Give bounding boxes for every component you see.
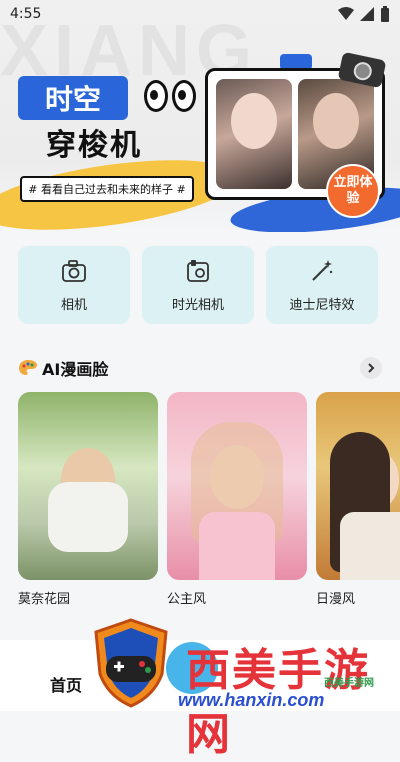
eyes-icon — [144, 80, 196, 112]
card-figure-body — [340, 512, 400, 580]
card-label: 莫奈花园 — [18, 592, 71, 607]
feature-disney-effect-label: 迪士尼特效 — [289, 297, 355, 313]
style-card-monet-garden[interactable]: 莫奈花园 — [18, 392, 158, 612]
gamepad-shield-logo — [94, 618, 168, 708]
feature-camera-label: 相机 — [60, 297, 87, 313]
feature-grid: 相机 时光相机 迪士尼特效 — [18, 246, 382, 324]
watermark-small-text: 西美手游网 — [324, 678, 374, 689]
card-figure-body — [48, 482, 128, 552]
battery-icon — [381, 6, 389, 22]
section-title-text: AI漫画脸 — [42, 360, 109, 379]
feature-time-camera-label: 时光相机 — [171, 297, 224, 313]
banner-title: 时空 — [18, 76, 128, 120]
watermark-url: www.hanxin.com — [178, 690, 325, 710]
feature-camera[interactable]: 相机 — [18, 246, 130, 324]
feature-disney-effect[interactable]: 迪士尼特效 — [266, 246, 378, 324]
hero-banner[interactable]: XIANG 时空 穿梭机 # 看看自己过去和未来的样子 # 立即体验 — [0, 0, 400, 232]
chevron-right-icon — [368, 363, 375, 373]
princess-image — [167, 392, 307, 580]
wifi-icon — [338, 7, 354, 20]
style-card-princess[interactable]: 公主风 — [167, 392, 307, 612]
anime-image — [316, 392, 400, 580]
status-bar: 4:55 — [0, 0, 400, 28]
banner-tagline: # 看看自己过去和未来的样子 # — [20, 176, 194, 202]
site-watermark: 西美手游网 西美手游网 www.hanxin.com — [166, 634, 400, 760]
status-time: 4:55 — [10, 6, 42, 22]
monet-garden-image — [18, 392, 158, 580]
tab-home[interactable]: 首页 — [50, 672, 82, 696]
style-card-anime[interactable]: 日漫风 — [316, 392, 400, 612]
try-now-button[interactable]: 立即体验 — [326, 164, 380, 218]
camera-icon — [62, 259, 86, 282]
section-title: AI漫画脸 — [18, 356, 108, 380]
card-label: 公主风 — [167, 592, 207, 607]
banner-subtitle: 穿梭机 — [46, 128, 142, 163]
palette-icon — [19, 360, 37, 375]
status-icons — [338, 6, 390, 22]
section-more-button[interactable] — [360, 357, 382, 379]
feature-time-camera[interactable]: 时光相机 — [142, 246, 254, 324]
magic-wand-icon — [312, 259, 333, 281]
style-card-list: 莫奈花园 公主风 日漫风 — [18, 392, 400, 612]
signal-icon — [360, 7, 374, 21]
time-camera-icon — [187, 259, 209, 282]
young-face-photo — [216, 79, 292, 189]
card-label: 日漫风 — [316, 592, 356, 607]
ai-comic-face-header: AI漫画脸 — [18, 354, 382, 382]
card-figure-body — [199, 512, 275, 580]
